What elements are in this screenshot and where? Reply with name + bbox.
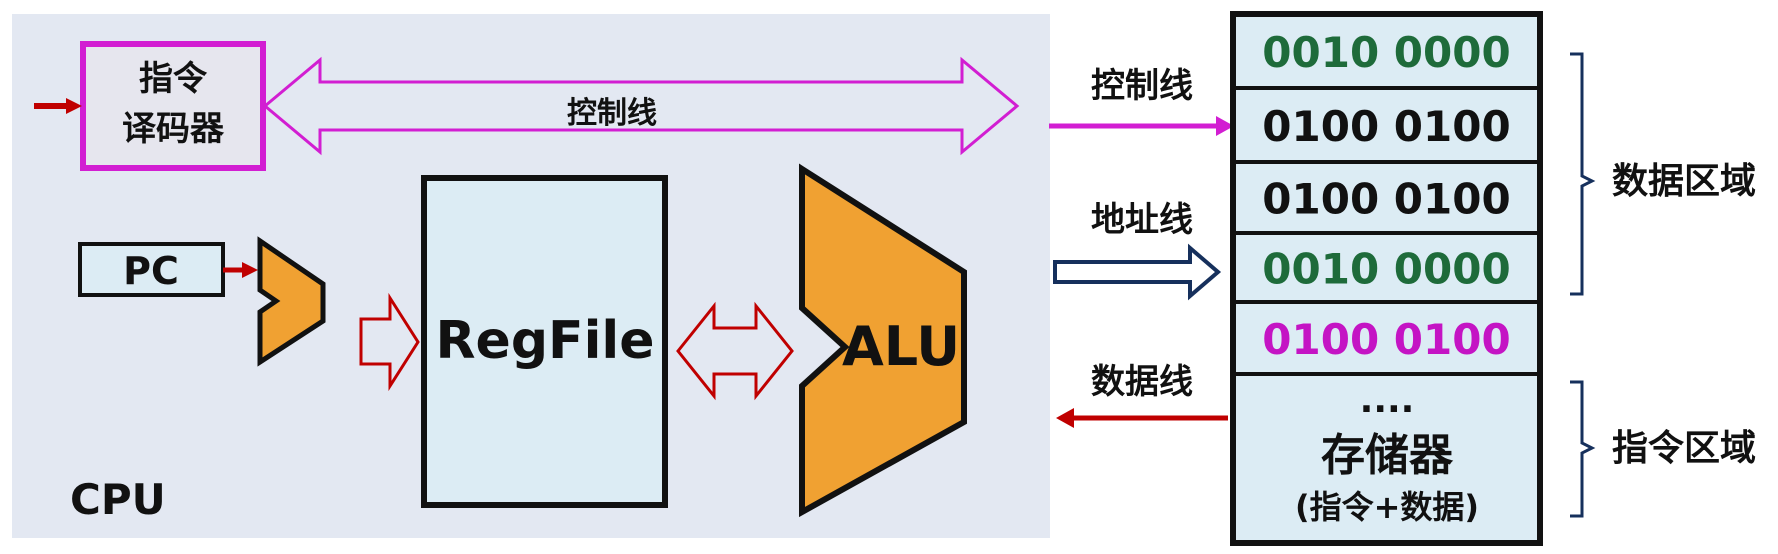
regfile-label: RegFile	[436, 311, 655, 371]
data-region-label: 数据区域	[1612, 161, 1756, 202]
data-bus-arrow-head	[1056, 408, 1074, 428]
instruction-region-brace	[1570, 380, 1596, 518]
alu-label: ALU	[842, 315, 960, 378]
decoder-label-line1: 指令	[139, 59, 208, 99]
address-bus-arrow	[1053, 243, 1222, 301]
data-region-brace	[1570, 52, 1596, 296]
cpu-label: CPU	[70, 475, 166, 524]
memory-dots: ....	[1360, 380, 1415, 421]
memory-cell-value: 0100 0100	[1262, 175, 1510, 224]
memory-name: 存储器	[1321, 430, 1454, 481]
cpu-memory-diagram: 指令 译码器 控制线 PC RegFile ALU CPU 控制线 地址线 数据…	[12, 11, 1756, 546]
memory-cell-value: 0100 0100	[1262, 102, 1510, 151]
memory-cell-value: 0010 0000	[1262, 245, 1510, 294]
address-bus-label: 地址线	[1091, 200, 1193, 240]
pc-label: PC	[123, 249, 179, 293]
internal-control-bus-label: 控制线	[567, 96, 657, 131]
control-bus-label: 控制线	[1091, 66, 1193, 106]
instruction-region-label: 指令区域	[1612, 428, 1756, 469]
data-bus-label: 数据线	[1091, 362, 1193, 402]
decoder-label-line2: 译码器	[122, 109, 225, 149]
memory-cell-value: 0010 0000	[1262, 28, 1510, 77]
memory-cell-value: 0100 0100	[1262, 315, 1510, 364]
memory-subtitle: (指令+数据)	[1295, 488, 1479, 526]
